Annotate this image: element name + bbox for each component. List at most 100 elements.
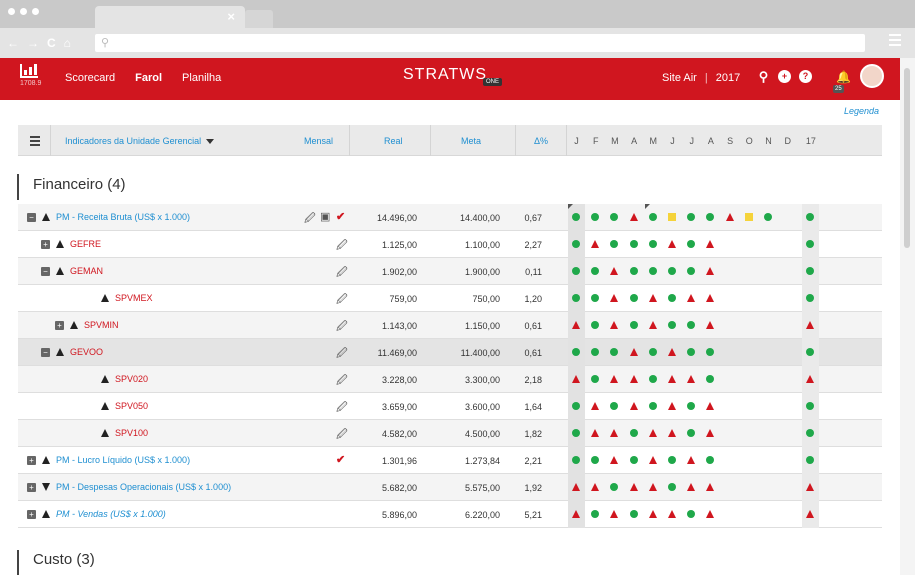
month-status-cell[interactable] [722,339,739,366]
paperclip-icon[interactable]: 🖉 [336,264,348,283]
month-status-cell[interactable] [587,366,604,393]
month-status-cell[interactable] [779,447,796,474]
month-status-cell[interactable] [760,312,777,339]
month-status-cell[interactable] [741,231,758,258]
month-status-cell[interactable] [802,339,820,366]
month-status-cell[interactable] [683,339,700,366]
month-status-cell[interactable] [626,366,643,393]
month-status-cell[interactable] [802,231,820,258]
month-status-cell[interactable] [802,447,820,474]
indicator-name[interactable]: PM - Despesas Operacionais (US$ x 1.000) [56,482,231,492]
month-status-cell[interactable] [664,339,681,366]
collapse-icon[interactable]: − [41,348,50,357]
month-status-cell[interactable] [664,231,681,258]
month-status-cell[interactable] [645,501,662,528]
paperclip-icon[interactable]: 🖉 [336,291,348,310]
month-status-cell[interactable] [722,285,739,312]
expand-icon[interactable]: + [27,483,36,492]
close-window-dot[interactable] [8,8,15,15]
table-row[interactable]: SPVMEX 🖉 759,00 750,00 1,20 [18,285,882,312]
month-status-cell[interactable] [568,501,585,528]
month-status-cell[interactable] [626,447,643,474]
month-status-cell[interactable] [626,312,643,339]
month-status-cell[interactable] [741,339,758,366]
paperclip-icon[interactable]: 🖉 [304,210,316,229]
nav-scorecard[interactable]: Scorecard [65,72,115,84]
month-status-cell[interactable] [645,312,662,339]
page-scrollbar[interactable] [900,58,915,575]
collapse-icon[interactable]: − [27,213,36,222]
month-status-cell[interactable] [587,312,604,339]
table-row[interactable]: − GEMAN 🖉 1.902,00 1.900,00 0,11 [18,258,882,285]
month-status-cell[interactable] [779,393,796,420]
site-name[interactable]: Site Air [662,72,697,84]
month-status-cell[interactable] [606,501,623,528]
month-status-cell[interactable] [683,393,700,420]
month-status-cell[interactable] [568,231,585,258]
indicator-name[interactable]: SPV020 [115,374,148,384]
month-status-cell[interactable] [606,393,623,420]
month-status-cell[interactable] [587,285,604,312]
month-status-cell[interactable] [606,339,623,366]
month-status-cell[interactable] [645,231,662,258]
expand-icon[interactable]: + [27,510,36,519]
month-status-cell[interactable] [645,420,662,447]
indicator-name[interactable]: PM - Lucro Líquido (US$ x 1.000) [56,455,190,465]
indicator-name[interactable]: SPV100 [115,428,148,438]
month-status-cell[interactable] [587,258,604,285]
table-row[interactable]: SPV050 🖉 3.659,00 3.600,00 1,64 [18,393,882,420]
month-status-cell[interactable] [606,285,623,312]
table-row[interactable]: + SPVMIN 🖉 1.143,00 1.150,00 0,61 [18,312,882,339]
expand-icon[interactable]: + [41,240,50,249]
month-status-cell[interactable] [664,393,681,420]
nav-planilha[interactable]: Planilha [182,72,221,84]
minimize-window-dot[interactable] [20,8,27,15]
maximize-window-dot[interactable] [32,8,39,15]
month-status-cell[interactable] [664,204,681,231]
table-row[interactable]: + PM - Vendas (US$ x 1.000) 5.896,00 6.220,… [18,501,882,528]
month-status-cell[interactable] [779,339,796,366]
month-status-cell[interactable] [683,204,700,231]
window-controls[interactable] [8,8,39,15]
month-status-cell[interactable] [587,447,604,474]
month-status-cell[interactable] [741,501,758,528]
month-status-cell[interactable] [664,285,681,312]
month-status-cell[interactable] [606,447,623,474]
month-status-cell[interactable] [802,312,820,339]
month-status-cell[interactable] [779,231,796,258]
paperclip-icon[interactable]: 🖉 [336,372,348,391]
month-status-cell[interactable] [722,447,739,474]
month-status-cell[interactable] [568,474,585,501]
month-status-cell[interactable] [702,258,719,285]
month-status-cell[interactable] [664,420,681,447]
paperclip-icon[interactable]: 🖉 [336,318,348,337]
month-status-cell[interactable] [606,474,623,501]
month-status-cell[interactable] [722,258,739,285]
month-status-cell[interactable] [568,447,585,474]
table-row[interactable]: + PM - Lucro Líquido (US$ x 1.000) ✔ 1.301,… [18,447,882,474]
month-status-cell[interactable] [702,393,719,420]
month-status-cell[interactable] [760,447,777,474]
month-status-cell[interactable] [702,231,719,258]
site-year-selector[interactable]: Site Air | 2017 [662,72,740,84]
month-status-cell[interactable] [802,258,820,285]
month-status-cell[interactable] [568,258,585,285]
year-value[interactable]: 2017 [716,72,740,84]
month-status-cell[interactable] [702,312,719,339]
month-status-cell[interactable] [645,339,662,366]
search-icon[interactable]: ⚲ [757,70,770,83]
new-tab-button[interactable] [245,10,273,28]
month-status-cell[interactable] [568,285,585,312]
indicator-dropdown[interactable]: Indicadores da Unidade Gerencial [65,136,215,146]
month-status-cell[interactable] [722,366,739,393]
collapse-icon[interactable]: − [41,267,50,276]
month-status-cell[interactable] [645,474,662,501]
month-status-cell[interactable] [741,393,758,420]
month-status-cell[interactable] [645,285,662,312]
month-status-cell[interactable] [722,501,739,528]
month-status-cell[interactable] [741,258,758,285]
paperclip-icon[interactable]: 🖉 [336,399,348,418]
month-status-cell[interactable] [760,393,777,420]
month-status-cell[interactable] [587,231,604,258]
comment-flag-icon[interactable] [568,204,573,209]
